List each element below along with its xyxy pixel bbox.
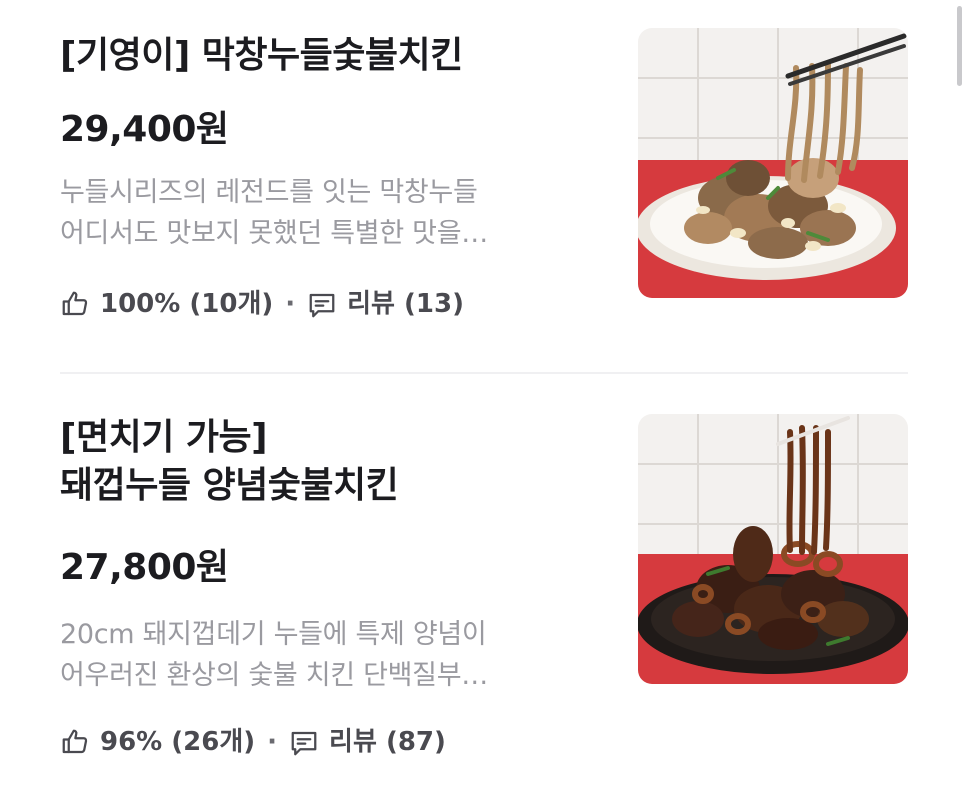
- scrollbar[interactable]: [957, 6, 962, 86]
- menu-item-title-line-2: 돼껍누들 양념숯불치킨: [60, 465, 399, 506]
- menu-item-title: [기영이] 막창누들숯불치킨: [60, 32, 463, 80]
- menu-item-title: [면치기 가능] 돼껍누들 양념숯불치킨: [60, 414, 399, 510]
- rating-text: 96% (26개): [100, 727, 256, 757]
- menu-item-description: 20cm 돼지껍데기 누들에 특제 양념이 어우러진 환상의 숯불 치킨 단백질…: [60, 614, 580, 696]
- item-divider: [60, 372, 908, 374]
- description-line-2: 어우러진 환상의 숯불 치킨 단백질부…: [60, 660, 488, 691]
- thumbs-up-icon: [60, 727, 90, 757]
- menu-item-meta: 100% (10개) · 리뷰 (13): [60, 286, 464, 322]
- menu-item-title-line-1: [면치기 가능]: [60, 417, 268, 458]
- chat-bubble-icon: [307, 289, 337, 319]
- description-line-1: 20cm 돼지껍데기 누들에 특제 양념이: [60, 619, 487, 650]
- description-line-2: 어디서도 맛보지 못했던 특별한 맛을…: [60, 218, 488, 249]
- menu-item-meta: 96% (26개) · 리뷰 (87): [60, 724, 446, 760]
- menu-item-price: 27,800원: [60, 547, 229, 588]
- menu-item-title-line: [기영이] 막창누들숯불치킨: [60, 35, 463, 76]
- thumbs-up-icon: [60, 289, 90, 319]
- menu-item-photo[interactable]: [638, 28, 908, 298]
- menu-list-page: [기영이] 막창누들숯불치킨 29,400원 누들시리즈의 레전드를 잇는 막창…: [0, 0, 966, 794]
- description-line-1: 누들시리즈의 레전드를 잇는 막창누들: [60, 177, 478, 208]
- meta-separator: ·: [267, 727, 278, 757]
- review-count: 리뷰 (87): [329, 727, 446, 757]
- rating-text: 100% (10개): [100, 289, 274, 319]
- chat-bubble-icon: [289, 727, 319, 757]
- menu-item-pork-skin-noodle-chicken[interactable]: [면치기 가능] 돼껍누들 양념숯불치킨 27,800원 20cm 돼지껍데기 …: [60, 406, 908, 794]
- review-count: 리뷰 (13): [347, 289, 464, 319]
- menu-item-price: 29,400원: [60, 109, 229, 150]
- menu-item-description: 누들시리즈의 레전드를 잇는 막창누들 어디서도 맛보지 못했던 특별한 맛을…: [60, 172, 580, 254]
- meta-separator: ·: [285, 289, 296, 319]
- menu-item-photo[interactable]: [638, 414, 908, 684]
- menu-item-makchang-noodle-chicken[interactable]: [기영이] 막창누들숯불치킨 29,400원 누들시리즈의 레전드를 잇는 막창…: [60, 22, 908, 352]
